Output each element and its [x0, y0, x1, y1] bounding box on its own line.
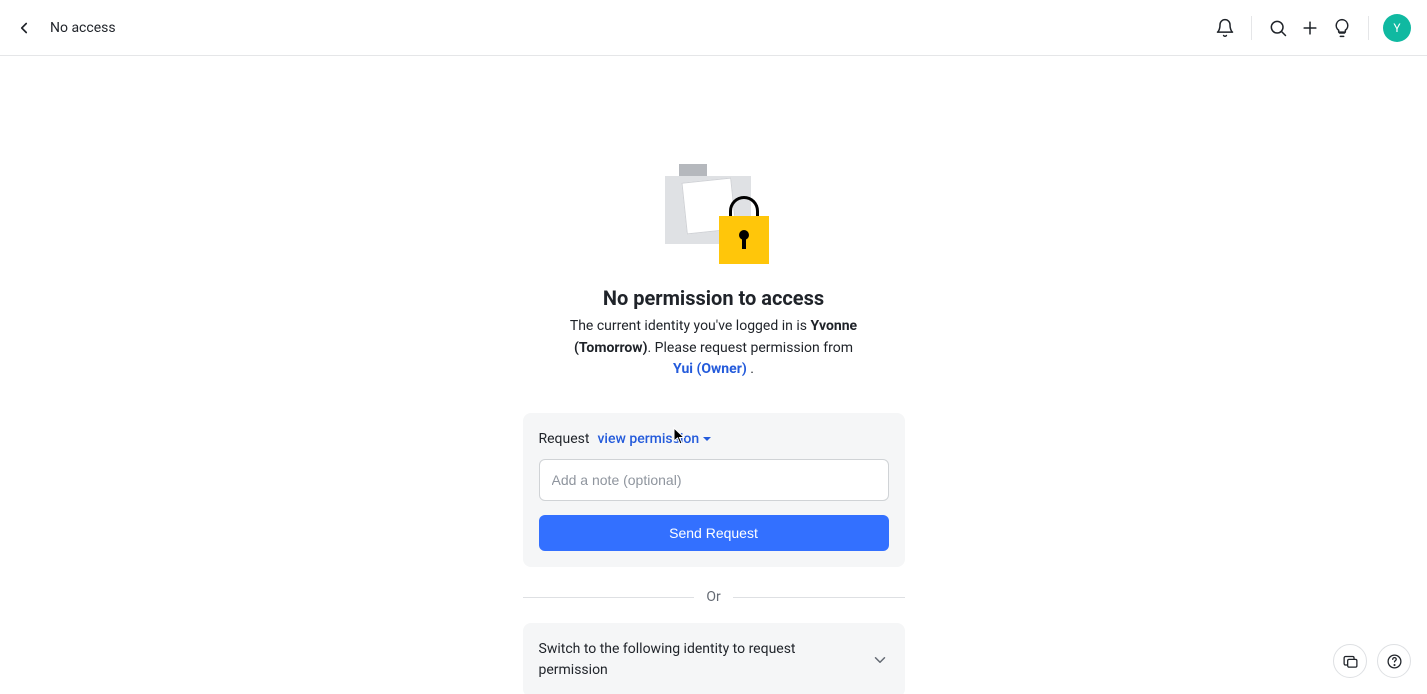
bell-icon	[1215, 18, 1235, 38]
or-divider: Or	[523, 589, 905, 605]
feedback-icon	[1342, 653, 1359, 670]
chevron-down-icon	[871, 651, 889, 669]
request-label: Request	[539, 431, 590, 447]
avatar[interactable]: Y	[1383, 14, 1411, 42]
chevron-left-icon	[15, 19, 33, 37]
note-input[interactable]	[539, 459, 889, 501]
divider	[1251, 16, 1252, 40]
new-button[interactable]	[1294, 12, 1326, 44]
help-button[interactable]	[1377, 644, 1411, 678]
feedback-button[interactable]	[1333, 644, 1367, 678]
send-request-button[interactable]: Send Request	[539, 515, 889, 551]
owner-link[interactable]: Yui (Owner)	[673, 361, 747, 377]
lightbulb-icon	[1332, 18, 1352, 38]
header-right: Y	[1209, 12, 1411, 44]
page-title: No access	[50, 20, 116, 36]
floating-buttons	[1333, 644, 1411, 678]
permission-level-value: view permission	[597, 431, 699, 447]
no-permission-heading: No permission to access	[603, 286, 824, 310]
divider-line	[733, 597, 905, 598]
subtext-part3: .	[747, 361, 754, 377]
permission-level-dropdown[interactable]: view permission	[597, 431, 711, 447]
avatar-initial: Y	[1393, 21, 1400, 35]
switch-identity-card[interactable]: Switch to the following identity to requ…	[523, 623, 905, 694]
search-icon	[1268, 18, 1288, 38]
or-label: Or	[706, 589, 720, 605]
header: No access Y	[0, 0, 1427, 56]
switch-identity-text: Switch to the following identity to requ…	[539, 639, 839, 681]
plus-icon	[1300, 18, 1320, 38]
tips-button[interactable]	[1326, 12, 1358, 44]
lock-icon	[719, 216, 769, 264]
search-button[interactable]	[1262, 12, 1294, 44]
notifications-button[interactable]	[1209, 12, 1241, 44]
main-area: No permission to access The current iden…	[0, 56, 1427, 694]
divider	[1368, 16, 1369, 40]
divider-line	[523, 597, 695, 598]
locked-folder-illustration	[659, 164, 769, 264]
subtext-part2: . Please request permission from	[648, 340, 853, 356]
caret-down-icon	[703, 437, 711, 441]
request-row: Request view permission	[539, 431, 889, 447]
no-permission-subtext: The current identity you've logged in is…	[544, 316, 884, 381]
header-left: No access	[10, 14, 116, 42]
back-button[interactable]	[10, 14, 38, 42]
request-card: Request view permission Send Request	[523, 413, 905, 567]
help-icon	[1386, 653, 1403, 670]
subtext-part1: The current identity you've logged in is	[570, 318, 811, 334]
